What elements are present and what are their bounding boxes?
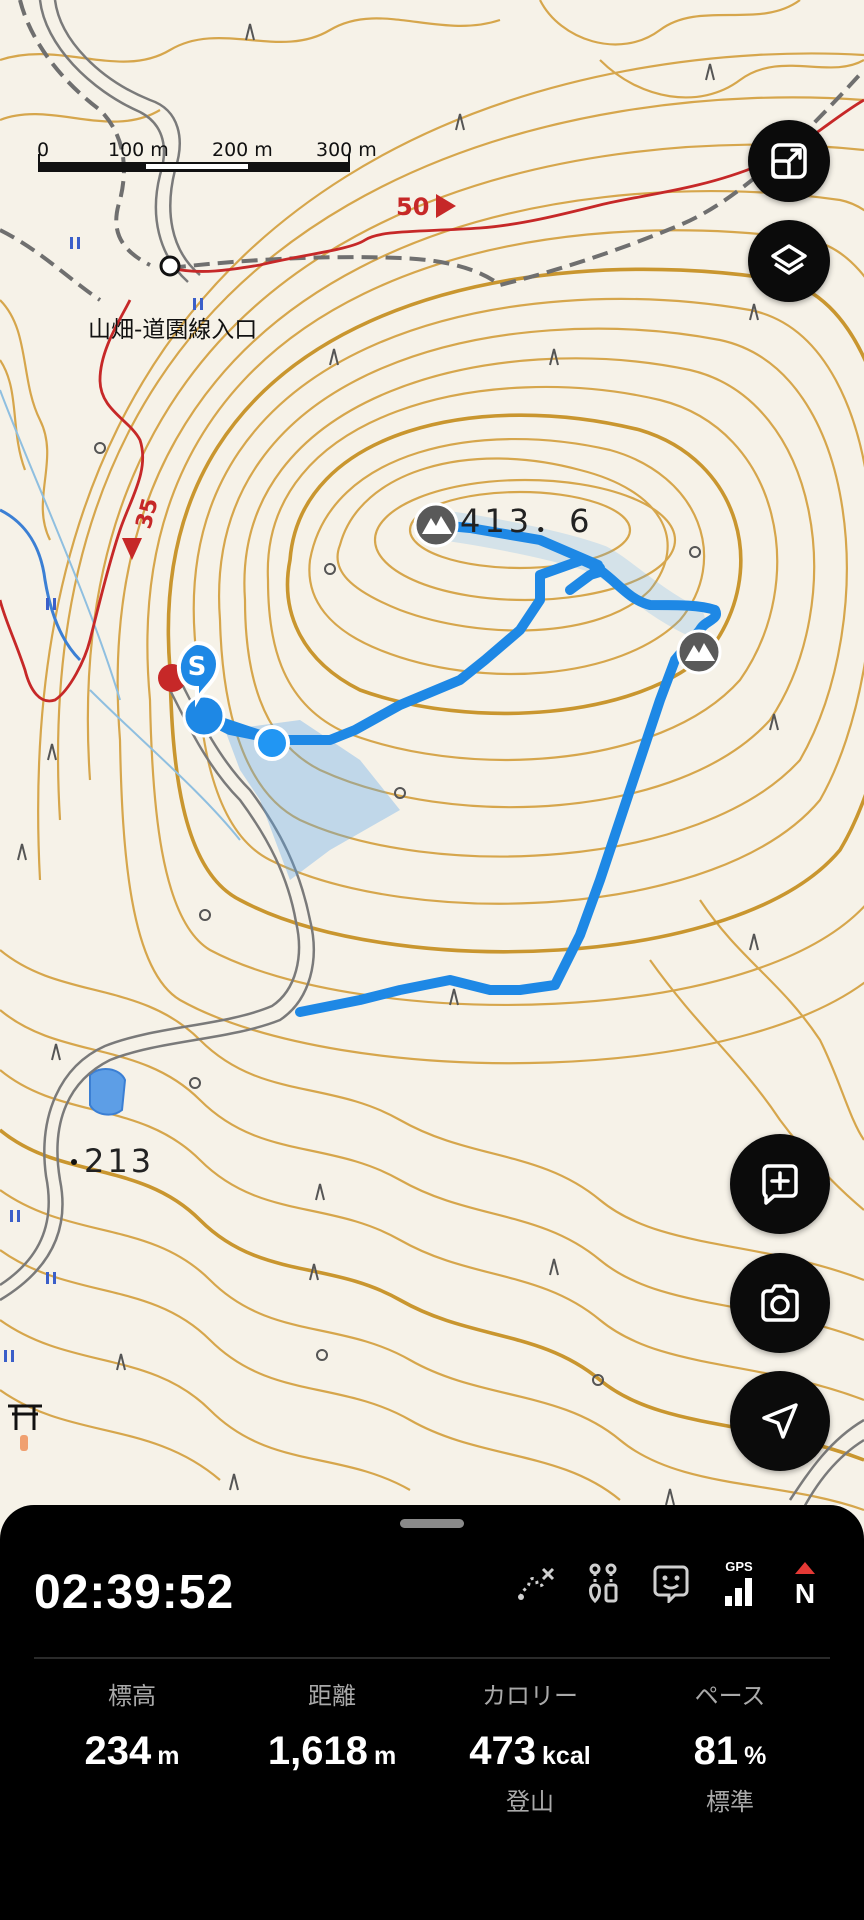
stat-calories-unit: kcal bbox=[542, 1742, 591, 1770]
stat-elevation-unit: m bbox=[157, 1742, 180, 1770]
stat-pace-unit: % bbox=[744, 1742, 767, 1770]
peak-elevation-label: 413．6 bbox=[460, 502, 593, 540]
stat-elevation-value: 234 bbox=[84, 1729, 152, 1773]
stat-pace-label: ペース bbox=[694, 1683, 766, 1710]
marker-orange bbox=[20, 1435, 28, 1451]
stat-pace-value: 81 bbox=[693, 1729, 739, 1773]
trailhead-label: 山畑-道園線入口 bbox=[88, 317, 257, 343]
scale-label-0: 0 bbox=[37, 139, 49, 161]
expand-icon bbox=[771, 143, 807, 179]
current-location-dot bbox=[254, 725, 290, 761]
compass-label: N bbox=[795, 1578, 815, 1608]
trailhead-point[interactable] bbox=[159, 255, 181, 277]
expand-button[interactable] bbox=[748, 120, 830, 202]
scale-label-100: 100 m bbox=[108, 139, 169, 161]
navigation-arrow-icon bbox=[762, 1403, 798, 1439]
pond bbox=[89, 1068, 127, 1116]
stat-elevation-label: 標高 bbox=[108, 1683, 156, 1710]
stat-calories[interactable]: カロリー 473 kcal 登山 bbox=[430, 1680, 630, 1820]
compass-north-icon[interactable]: N bbox=[782, 1557, 828, 1609]
stat-distance-unit: m bbox=[373, 1742, 397, 1770]
summit-icon-east[interactable] bbox=[676, 629, 722, 675]
layers-icon bbox=[771, 244, 807, 275]
stat-distance-value: 1,618 bbox=[267, 1729, 368, 1773]
spot-height-label: 213 bbox=[84, 1142, 154, 1180]
stat-distance-label: 距離 bbox=[308, 1683, 356, 1710]
navigation-button[interactable] bbox=[730, 1371, 830, 1471]
camera-icon bbox=[761, 1284, 799, 1322]
face-icon[interactable] bbox=[648, 1557, 694, 1609]
elapsed-time: 02:39:52 bbox=[34, 1566, 235, 1619]
scale-label-300: 300 m bbox=[316, 139, 377, 161]
add-memo-button[interactable] bbox=[730, 1134, 830, 1234]
summit-icon-main[interactable] bbox=[413, 502, 459, 548]
stat-distance: 距離 1,618 m bbox=[232, 1680, 432, 1774]
waypoints-icon[interactable] bbox=[580, 1557, 626, 1609]
scale-label-200: 200 m bbox=[212, 139, 273, 161]
route-number-50: 50 bbox=[396, 193, 429, 221]
drag-handle[interactable] bbox=[400, 1519, 464, 1528]
add-memo-icon bbox=[762, 1164, 798, 1205]
stat-calories-activity: 登山 bbox=[506, 1789, 554, 1816]
gps-label: GPS bbox=[725, 1559, 753, 1574]
stat-elevation: 標高 234 m bbox=[32, 1680, 232, 1774]
spot-height-dot bbox=[71, 1159, 77, 1165]
activity-panel: 02:39:52 GPS N 標高 234 m 距離 1,618 m カロリー … bbox=[0, 1505, 864, 1920]
start-marker-label: S bbox=[188, 652, 207, 682]
stat-pace[interactable]: ペース 81% 標準 bbox=[630, 1680, 830, 1820]
gps-signal-icon: GPS bbox=[716, 1557, 762, 1609]
camera-button[interactable] bbox=[730, 1253, 830, 1353]
layers-button[interactable] bbox=[748, 220, 830, 302]
stat-pace-level: 標準 bbox=[706, 1789, 754, 1816]
stat-calories-value: 473 bbox=[469, 1729, 537, 1773]
stat-calories-label: カロリー bbox=[482, 1683, 578, 1710]
route-off-icon[interactable] bbox=[512, 1557, 558, 1609]
panel-divider bbox=[34, 1657, 830, 1659]
